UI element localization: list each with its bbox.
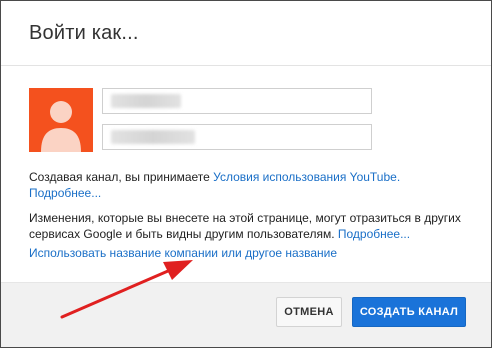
alt-name-link[interactable]: Использовать название компании или друго… (29, 246, 337, 260)
first-name-field[interactable] (102, 88, 372, 114)
alt-name-text: Использовать название компании или друго… (29, 245, 469, 261)
person-icon (41, 101, 81, 152)
create-channel-button[interactable]: СОЗДАТЬ КАНАЛ (352, 297, 466, 327)
cancel-button[interactable]: ОТМЕНА (276, 297, 342, 327)
info-text: Изменения, которые вы внесете на этой ст… (29, 210, 469, 242)
last-name-field[interactable] (102, 124, 372, 150)
info-more-link[interactable]: Подробнее... (338, 227, 410, 241)
create-channel-dialog: Войти как... Создавая канал, вы принимае… (0, 0, 492, 348)
redacted-last-name (111, 130, 195, 144)
terms-prefix: Создавая канал, вы принимаете (29, 170, 214, 184)
terms-more-link[interactable]: Подробнее... (29, 186, 101, 200)
avatar (29, 88, 93, 152)
dialog-title: Войти как... (29, 22, 139, 44)
dialog-footer: ОТМЕНА СОЗДАТЬ КАНАЛ (1, 282, 491, 347)
redacted-first-name (111, 94, 181, 108)
terms-text: Создавая канал, вы принимаете Условия ис… (29, 169, 469, 201)
terms-link[interactable]: Условия использования YouTube. (213, 170, 400, 184)
dialog-header: Войти как... (1, 1, 491, 66)
